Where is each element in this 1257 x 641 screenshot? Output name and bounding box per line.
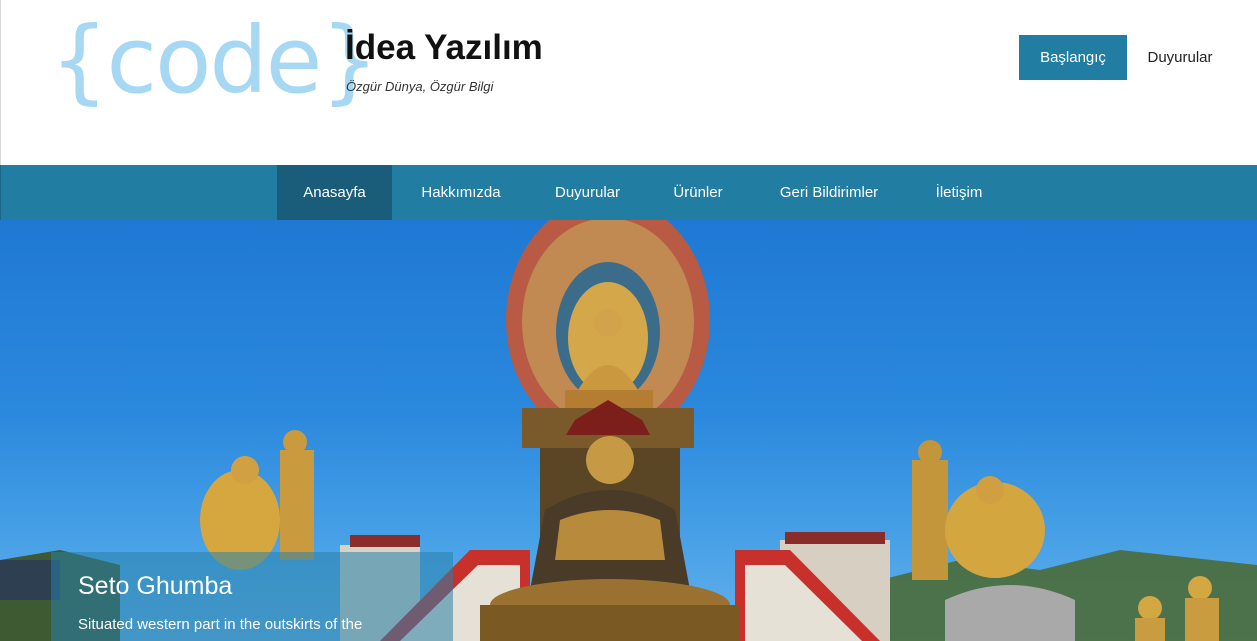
nav-item-urunler[interactable]: Ürünler: [661, 165, 735, 220]
nav-item-anasayfa[interactable]: Anasayfa: [277, 165, 392, 220]
site-tagline: Özgür Dünya, Özgür Bilgi: [346, 79, 494, 94]
site-header: {code} İdea Yazılım Özgür Dünya, Özgür B…: [0, 0, 1257, 165]
hero-caption: Seto Ghumba Situated western part in the…: [51, 552, 453, 641]
caption-title: Seto Ghumba: [78, 572, 233, 600]
nav-item-iletisim[interactable]: İletişim: [921, 165, 997, 220]
announcements-link[interactable]: Duyurular: [1135, 35, 1225, 80]
caption-text: Situated western part in the outskirts o…: [78, 616, 363, 633]
start-button[interactable]: Başlangıç: [1019, 35, 1127, 80]
site-logo[interactable]: {code}: [50, 6, 379, 116]
nav-item-duyurular[interactable]: Duyurular: [541, 165, 634, 220]
nav-item-geri-bildirimler[interactable]: Geri Bildirimler: [763, 165, 895, 220]
nav-item-hakkimizda[interactable]: Hakkımızda: [406, 165, 516, 220]
main-nav: Anasayfa Hakkımızda Duyurular Ürünler Ge…: [0, 165, 1257, 220]
site-title[interactable]: İdea Yazılım: [345, 26, 543, 70]
